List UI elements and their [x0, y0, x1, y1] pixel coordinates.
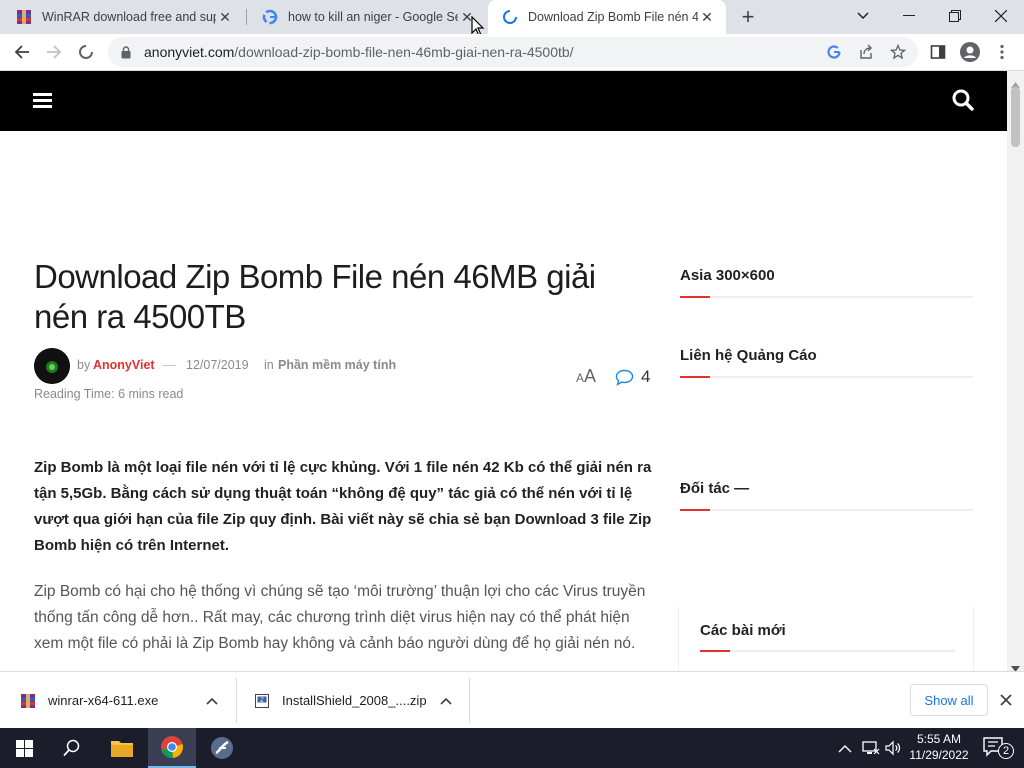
winrar-icon [16, 9, 32, 25]
share-icon[interactable] [852, 38, 880, 66]
download-filename: winrar-x64-611.exe [48, 693, 159, 708]
chrome-taskbar-icon[interactable] [148, 728, 196, 768]
downloads-bar: winrar-x64-611.exe Z InstallShield_2008_… [0, 671, 1024, 728]
restore-button[interactable] [932, 0, 978, 32]
notification-center-icon[interactable]: 2 [978, 734, 1018, 762]
by-label: by [77, 358, 91, 372]
volume-icon[interactable] [884, 739, 902, 757]
show-all-downloads-button[interactable]: Show all [910, 684, 988, 716]
file-explorer-icon[interactable] [98, 728, 146, 768]
browser-tab-strip: WinRAR download free and supp ✕ how to k… [0, 0, 1024, 37]
author-avatar[interactable] [34, 348, 70, 384]
scroll-down-arrow-icon[interactable] [1011, 659, 1020, 672]
widget-title-ads: Asia 300×600 [680, 267, 775, 284]
in-label: in [264, 358, 274, 372]
reading-time: Reading Time: 6 mins read [34, 387, 184, 401]
stop-loading-icon[interactable] [72, 38, 100, 66]
clock-time: 5:55 AM [916, 732, 962, 746]
download-item-installshield[interactable]: Z InstallShield_2008_....zip [254, 672, 464, 729]
close-downloads-icon[interactable] [998, 692, 1014, 708]
publish-date: 12/07/2019 [186, 358, 249, 372]
font-size-large-label: A [584, 366, 597, 386]
search-icon[interactable] [950, 87, 976, 113]
tab-title: Download Zip Bomb File nén 46M [528, 10, 698, 24]
app-taskbar-icon[interactable] [198, 728, 246, 768]
browser-toolbar: anonyviet.com/download-zip-bomb-file-nen… [0, 34, 1024, 71]
widget-title-partners: Đối tác — [680, 480, 750, 497]
widget-title-contact: Liên hệ Quảng Cáo [680, 347, 817, 364]
network-icon[interactable] [862, 739, 880, 757]
tab-winrar[interactable]: WinRAR download free and supp ✕ [2, 0, 244, 34]
page-viewport: Download Zip Bomb File nén 46MB giải nén… [0, 71, 1007, 671]
download-filename: InstallShield_2008_....zip [282, 693, 427, 708]
back-arrow-icon[interactable] [8, 38, 36, 66]
close-window-button[interactable] [978, 0, 1024, 32]
tab-zip-bomb-active[interactable]: Download Zip Bomb File nén 46M ✕ [488, 0, 726, 34]
article-title: Download Zip Bomb File nén 46MB giải nén… [34, 258, 596, 335]
tab-google-search[interactable]: how to kill an niger - Google Sea ✕ [248, 0, 486, 34]
widget-accent-bar [680, 296, 710, 298]
author-link[interactable]: AnonyViet [93, 358, 155, 372]
page-scrollbar[interactable] [1007, 71, 1024, 672]
bookmark-star-icon[interactable] [884, 38, 912, 66]
taskbar-clock[interactable]: 5:55 AM 11/29/2022 [902, 731, 976, 763]
widget-accent-bar [700, 650, 730, 652]
new-tab-button[interactable]: + [734, 4, 762, 30]
recent-posts-box: Các bài mới [678, 607, 974, 671]
google-translate-icon[interactable] [820, 38, 848, 66]
font-size-small-label: A [576, 371, 585, 385]
download-item-winrar[interactable]: winrar-x64-611.exe [20, 672, 230, 729]
article-body-paragraph: Zip Bomb có hại cho hệ thống vì chúng sẽ… [34, 583, 646, 652]
search-icon[interactable] [48, 728, 96, 768]
chevron-up-icon[interactable] [440, 693, 452, 708]
tab-close-icon[interactable]: ✕ [216, 8, 234, 26]
tab-title: WinRAR download free and supp [42, 10, 216, 24]
google-icon [262, 9, 278, 25]
forward-arrow-icon[interactable] [40, 38, 68, 66]
comment-count: 4 [641, 367, 651, 386]
comment-bubble-icon [615, 369, 634, 386]
windows-taskbar: 5:55 AM 11/29/2022 2 [0, 728, 1024, 768]
profile-avatar-icon[interactable] [956, 38, 984, 66]
article-lead-paragraph: Zip Bomb là một loại file nén với tỉ lệ … [34, 459, 652, 554]
svg-text:Z: Z [260, 698, 264, 704]
tab-title: how to kill an niger - Google Sea [288, 10, 458, 24]
winrar-icon [20, 693, 36, 709]
font-size-toggle[interactable]: AA [576, 366, 596, 388]
url-host: anonyviet.com [144, 44, 235, 60]
comments-link[interactable]: 4 [615, 367, 650, 387]
widget-title-recent-posts: Các bài mới [700, 622, 786, 639]
scrollbar-thumb[interactable] [1011, 87, 1020, 147]
notification-count-badge: 2 [998, 743, 1014, 759]
side-panel-icon[interactable] [924, 38, 952, 66]
windows-start-icon[interactable] [0, 728, 48, 768]
widget-accent-bar [680, 376, 710, 378]
scroll-up-arrow-icon[interactable] [1011, 75, 1020, 88]
widget-divider [680, 509, 973, 511]
address-bar[interactable]: anonyviet.com/download-zip-bomb-file-nen… [108, 37, 918, 67]
url-path: /download-zip-bomb-file-nen-46mb-giai-ne… [234, 44, 574, 60]
tab-search-chevron-icon[interactable] [840, 0, 886, 32]
browser-menu-icon[interactable] [988, 38, 1016, 66]
tab-close-icon[interactable]: ✕ [698, 8, 716, 26]
widget-divider [700, 650, 955, 652]
meta-dash: — [163, 358, 176, 372]
minimize-button[interactable] [886, 0, 932, 32]
site-header [0, 71, 1007, 131]
lock-icon[interactable] [108, 45, 144, 59]
category-link[interactable]: Phần mềm máy tính [278, 358, 396, 372]
tab-divider [246, 9, 247, 25]
clock-date: 11/29/2022 [909, 748, 969, 762]
chevron-up-icon[interactable] [206, 693, 218, 708]
download-divider [469, 678, 470, 723]
zip-file-icon: Z [254, 693, 270, 709]
loading-spinner-icon [502, 9, 518, 25]
widget-divider [680, 376, 973, 378]
chevron-up-icon[interactable] [838, 740, 854, 756]
widget-accent-bar [680, 509, 710, 511]
download-divider [236, 678, 237, 723]
widget-divider [680, 296, 973, 298]
hamburger-menu-icon[interactable] [30, 88, 56, 114]
